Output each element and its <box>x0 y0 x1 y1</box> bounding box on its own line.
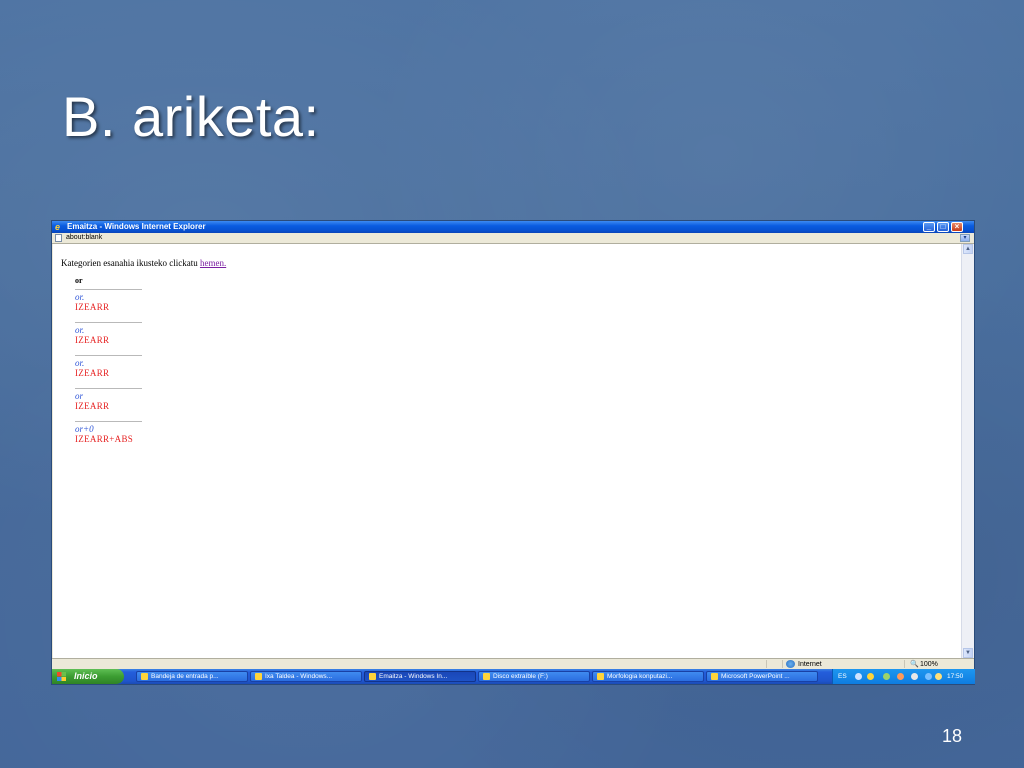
analysis-entry: or. IZEARR <box>75 289 143 312</box>
analysis-entry: or. IZEARR <box>75 355 143 378</box>
tray-icon[interactable] <box>935 673 942 680</box>
analysis-entry: or. IZEARR <box>75 322 143 345</box>
globe-icon <box>786 660 795 668</box>
page-content: Kategorien esanahia ikusteko clickatu he… <box>53 244 961 658</box>
clock: 17:50 <box>947 673 964 680</box>
powerpoint-icon <box>711 673 718 680</box>
page-icon <box>55 234 62 242</box>
windows-logo-icon <box>57 672 66 681</box>
ie-icon: e <box>55 222 61 232</box>
status-divider <box>766 660 767 668</box>
document-icon <box>597 673 604 680</box>
morph-segmentation: or+0 <box>75 424 94 434</box>
scroll-down-icon[interactable]: ▼ <box>963 648 973 658</box>
minimize-button[interactable]: _ <box>923 222 935 232</box>
tray-icon[interactable] <box>883 673 890 680</box>
taskbar-item-powerpoint[interactable]: Microsoft PowerPoint ... <box>706 671 818 682</box>
ie-icon <box>369 673 376 680</box>
tray-icon[interactable] <box>911 673 918 680</box>
address-text[interactable]: about:blank <box>66 233 102 243</box>
category-label: IZEARR <box>75 302 110 312</box>
slide-title: B. ariketa: <box>62 85 320 148</box>
analysis-entry: or IZEARR <box>75 388 143 411</box>
tray-icon[interactable] <box>867 673 874 680</box>
tray-icon[interactable] <box>897 673 904 680</box>
mail-icon <box>141 673 148 680</box>
category-label: IZEARR <box>75 401 110 411</box>
morph-segmentation: or. <box>75 292 85 302</box>
divider <box>75 388 142 389</box>
window-title: Emaitza - Windows Internet Explorer <box>67 222 206 231</box>
scroll-up-icon[interactable]: ▲ <box>963 244 973 254</box>
taskbar: Inicio Bandeja de entrada p... Ixa Talde… <box>52 669 975 684</box>
category-label: IZEARR <box>75 368 110 378</box>
drive-icon <box>483 673 490 680</box>
morph-segmentation: or <box>75 391 84 401</box>
address-bar[interactable]: about:blank ▾ <box>52 233 974 244</box>
category-label: IZEARR+ABS <box>75 434 134 444</box>
taskbar-item-ixa[interactable]: Ixa Taldea - Windows... <box>250 671 362 682</box>
address-dropdown-button[interactable]: ▾ <box>960 234 970 242</box>
close-button[interactable]: × <box>951 222 963 232</box>
divider <box>75 421 142 422</box>
taskbar-item-inbox[interactable]: Bandeja de entrada p... <box>136 671 248 682</box>
intro-text: Kategorien esanahia ikusteko clickatu <box>61 258 200 268</box>
morph-segmentation: or. <box>75 358 85 368</box>
intro-line: Kategorien esanahia ikusteko clickatu he… <box>61 258 226 268</box>
browser-screenshot: e Emaitza - Windows Internet Explorer _ … <box>52 221 975 684</box>
category-header: or <box>75 276 83 285</box>
status-divider <box>782 660 783 668</box>
tray-icon[interactable] <box>925 673 932 680</box>
hemen-link[interactable]: hemen. <box>200 258 226 268</box>
tray-icon[interactable] <box>855 673 862 680</box>
start-button[interactable]: Inicio <box>52 669 124 684</box>
slide-page-number: 18 <box>941 726 962 746</box>
status-divider <box>904 660 905 668</box>
vertical-scrollbar[interactable]: ▲ ▼ <box>961 244 974 658</box>
maximize-button[interactable]: □ <box>937 222 949 232</box>
window-titlebar: e Emaitza - Windows Internet Explorer _ … <box>52 221 974 233</box>
analysis-entry: or+0 IZEARR+ABS <box>75 421 143 444</box>
divider <box>75 289 142 290</box>
taskbar-item-morfologia[interactable]: Morfologia konputazi... <box>592 671 704 682</box>
language-indicator[interactable]: ES <box>838 669 847 684</box>
morph-segmentation: or. <box>75 325 85 335</box>
taskbar-item-disk[interactable]: Disco extraíble (F:) <box>478 671 590 682</box>
system-tray: ES 17:50 <box>832 669 975 684</box>
ie-icon <box>255 673 262 680</box>
start-label: Inicio <box>74 671 98 681</box>
category-label: IZEARR <box>75 335 110 345</box>
divider <box>75 322 142 323</box>
taskbar-item-emaitza[interactable]: Emaitza - Windows In... <box>364 671 476 682</box>
divider <box>75 355 142 356</box>
